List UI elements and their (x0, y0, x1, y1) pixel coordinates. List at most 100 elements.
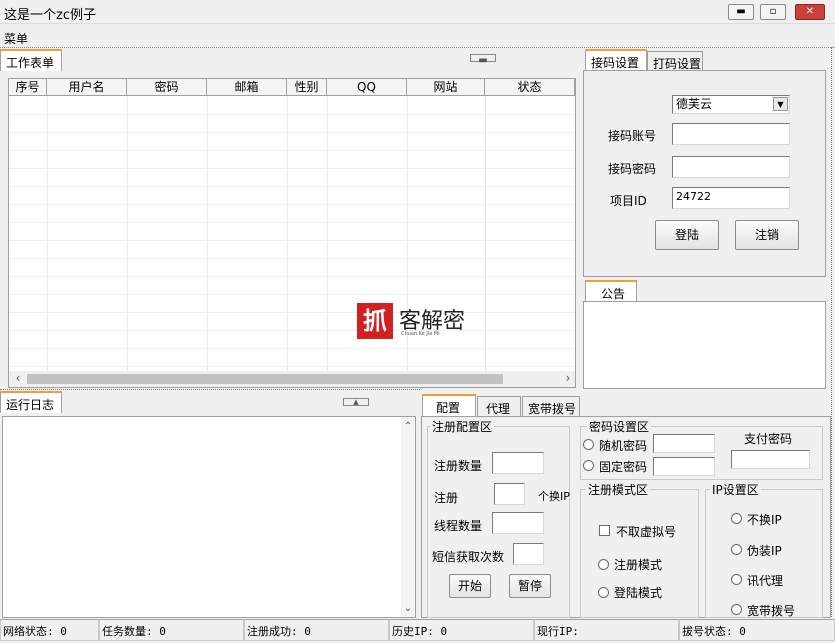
tab-config[interactable]: 配置 (422, 394, 476, 416)
grid-row-line (9, 312, 575, 313)
account-input[interactable] (672, 123, 790, 145)
watermark-seal: 抓 (357, 303, 393, 339)
grid-line (485, 96, 486, 387)
vertical-scrollbar[interactable]: ⌃ ⌄ (401, 417, 415, 617)
no-virtual-label: 不取虚拟号 (616, 525, 677, 539)
login-button[interactable]: 登陆 (655, 220, 719, 250)
pay-password-label: 支付密码 (744, 432, 793, 446)
right-divider (831, 47, 832, 617)
broadband-dial-radio[interactable] (731, 604, 742, 615)
random-password-radio[interactable] (583, 439, 594, 450)
scroll-up-icon[interactable]: ⌃ (401, 421, 415, 433)
no-switch-ip-radio[interactable] (731, 513, 742, 524)
tab-config-label: 配置 (436, 401, 461, 415)
register-label: 注册 (434, 491, 459, 505)
grid-line (47, 96, 48, 387)
tab-notice-label: 公告 (601, 287, 626, 301)
pause-button[interactable]: 暂停 (509, 574, 551, 598)
column-header[interactable]: 邮箱 (207, 79, 287, 96)
chevron-down-icon[interactable]: ▼ (773, 97, 788, 111)
scroll-right-icon[interactable]: › (561, 372, 575, 386)
receive-settings-panel: 德芙云 ▼ 接码账号 接码密码 项目ID 24722 登陆 注销 (583, 70, 826, 277)
scrollbar-thumb[interactable] (27, 374, 503, 384)
register-count-input[interactable] (492, 452, 544, 474)
xun-proxy-label: 讯代理 (747, 574, 784, 588)
platform-select-value: 德芙云 (676, 97, 713, 111)
grid-header: 序号 用户名 密码 邮箱 性别 QQ 网站 状态 (9, 79, 575, 96)
register-mode-title: 注册模式区 (586, 481, 651, 498)
grid-row-line (9, 150, 575, 151)
run-log-panel[interactable]: ⌃ ⌄ (2, 416, 416, 618)
maximize-button[interactable]: ▫ (760, 4, 786, 20)
status-history-ip: 历史IP: 0 (389, 619, 534, 641)
tab-notice[interactable]: 公告 (585, 280, 637, 302)
register-count-label: 注册数量 (434, 459, 483, 473)
sms-count-input[interactable] (513, 543, 544, 565)
grid-row-line (9, 204, 575, 205)
grid-row-line (9, 132, 575, 133)
fixed-password-input[interactable] (653, 457, 715, 476)
tab-broadband-label: 宽带拨号 (528, 402, 577, 416)
column-header[interactable]: 状态 (485, 79, 575, 96)
status-register-success: 注册成功: 0 (244, 619, 389, 641)
grid-row-line (9, 114, 575, 115)
grid-row-line (9, 348, 575, 349)
switch-ip-count-input[interactable] (494, 483, 525, 505)
grid-row-line (9, 240, 575, 241)
title-bar: 这是一个zc例子 ▬ ▫ ✕ (0, 0, 835, 24)
menu-item[interactable]: 菜单 (4, 30, 28, 47)
column-header[interactable]: 序号 (9, 79, 47, 96)
fake-ip-label: 伪装IP (747, 544, 782, 558)
password-settings-title: 密码设置区 (587, 418, 652, 435)
status-network: 网络状态: 0 (0, 619, 99, 641)
fake-ip-radio[interactable] (731, 544, 742, 555)
status-task-count: 任务数量: 0 (99, 619, 244, 641)
random-password-label: 随机密码 (599, 439, 648, 453)
column-header[interactable]: 性别 (287, 79, 327, 96)
no-switch-ip-label: 不换IP (747, 513, 782, 527)
column-header[interactable]: 用户名 (47, 79, 127, 96)
menu-divider (0, 47, 835, 48)
tab-captcha-settings[interactable]: 打码设置 (647, 51, 703, 71)
password-input[interactable] (672, 156, 790, 178)
grid-row-line (9, 366, 575, 367)
logout-button[interactable]: 注销 (735, 220, 799, 250)
worksheet-grid[interactable]: 序号 用户名 密码 邮箱 性别 QQ 网站 状态 抓 客解密 Chuan Ke … (8, 78, 576, 388)
column-header[interactable]: 密码 (127, 79, 207, 96)
grid-line (287, 96, 288, 387)
platform-select[interactable]: 德芙云 ▼ (672, 95, 790, 114)
start-button[interactable]: 开始 (449, 574, 491, 598)
project-id-input[interactable]: 24722 (672, 187, 790, 209)
fixed-password-radio[interactable] (583, 460, 594, 471)
pay-password-input[interactable] (731, 450, 810, 469)
tab-run-log[interactable]: 运行日志 (0, 391, 62, 413)
menu-bar: 菜单 (0, 27, 835, 47)
grid-line (407, 96, 408, 387)
project-id-label: 项目ID (610, 194, 647, 208)
column-header[interactable]: 网站 (407, 79, 485, 96)
xun-proxy-radio[interactable] (731, 574, 742, 585)
random-password-input[interactable] (653, 434, 715, 453)
close-button[interactable]: ✕ (795, 4, 825, 20)
register-config-title: 注册配置区 (430, 418, 495, 435)
column-header[interactable]: QQ (327, 79, 407, 96)
no-virtual-checkbox[interactable] (599, 525, 610, 536)
notice-panel (583, 301, 826, 389)
grid-row-line (9, 168, 575, 169)
splitter-handle[interactable]: ▲ (343, 398, 369, 406)
window-title: 这是一个zc例子 (4, 8, 96, 23)
tab-worksheet[interactable]: 工作表单 (0, 49, 62, 71)
threads-input[interactable] (492, 512, 544, 534)
splitter-handle[interactable]: ▬ (470, 54, 496, 66)
login-mode-radio[interactable] (598, 587, 609, 598)
tab-proxy[interactable]: 代理 (477, 396, 521, 416)
fixed-password-label: 固定密码 (599, 460, 648, 474)
tab-broadband[interactable]: 宽带拨号 (522, 396, 580, 416)
tab-receive-settings[interactable]: 接码设置 (585, 49, 647, 71)
horizontal-scrollbar[interactable]: ‹ › (9, 371, 575, 387)
register-mode-radio[interactable] (598, 559, 609, 570)
tab-receive-settings-label: 接码设置 (591, 56, 640, 70)
minimize-button[interactable]: ▬ (728, 4, 754, 20)
scroll-left-icon[interactable]: ‹ (11, 372, 25, 386)
scroll-down-icon[interactable]: ⌄ (401, 603, 415, 615)
